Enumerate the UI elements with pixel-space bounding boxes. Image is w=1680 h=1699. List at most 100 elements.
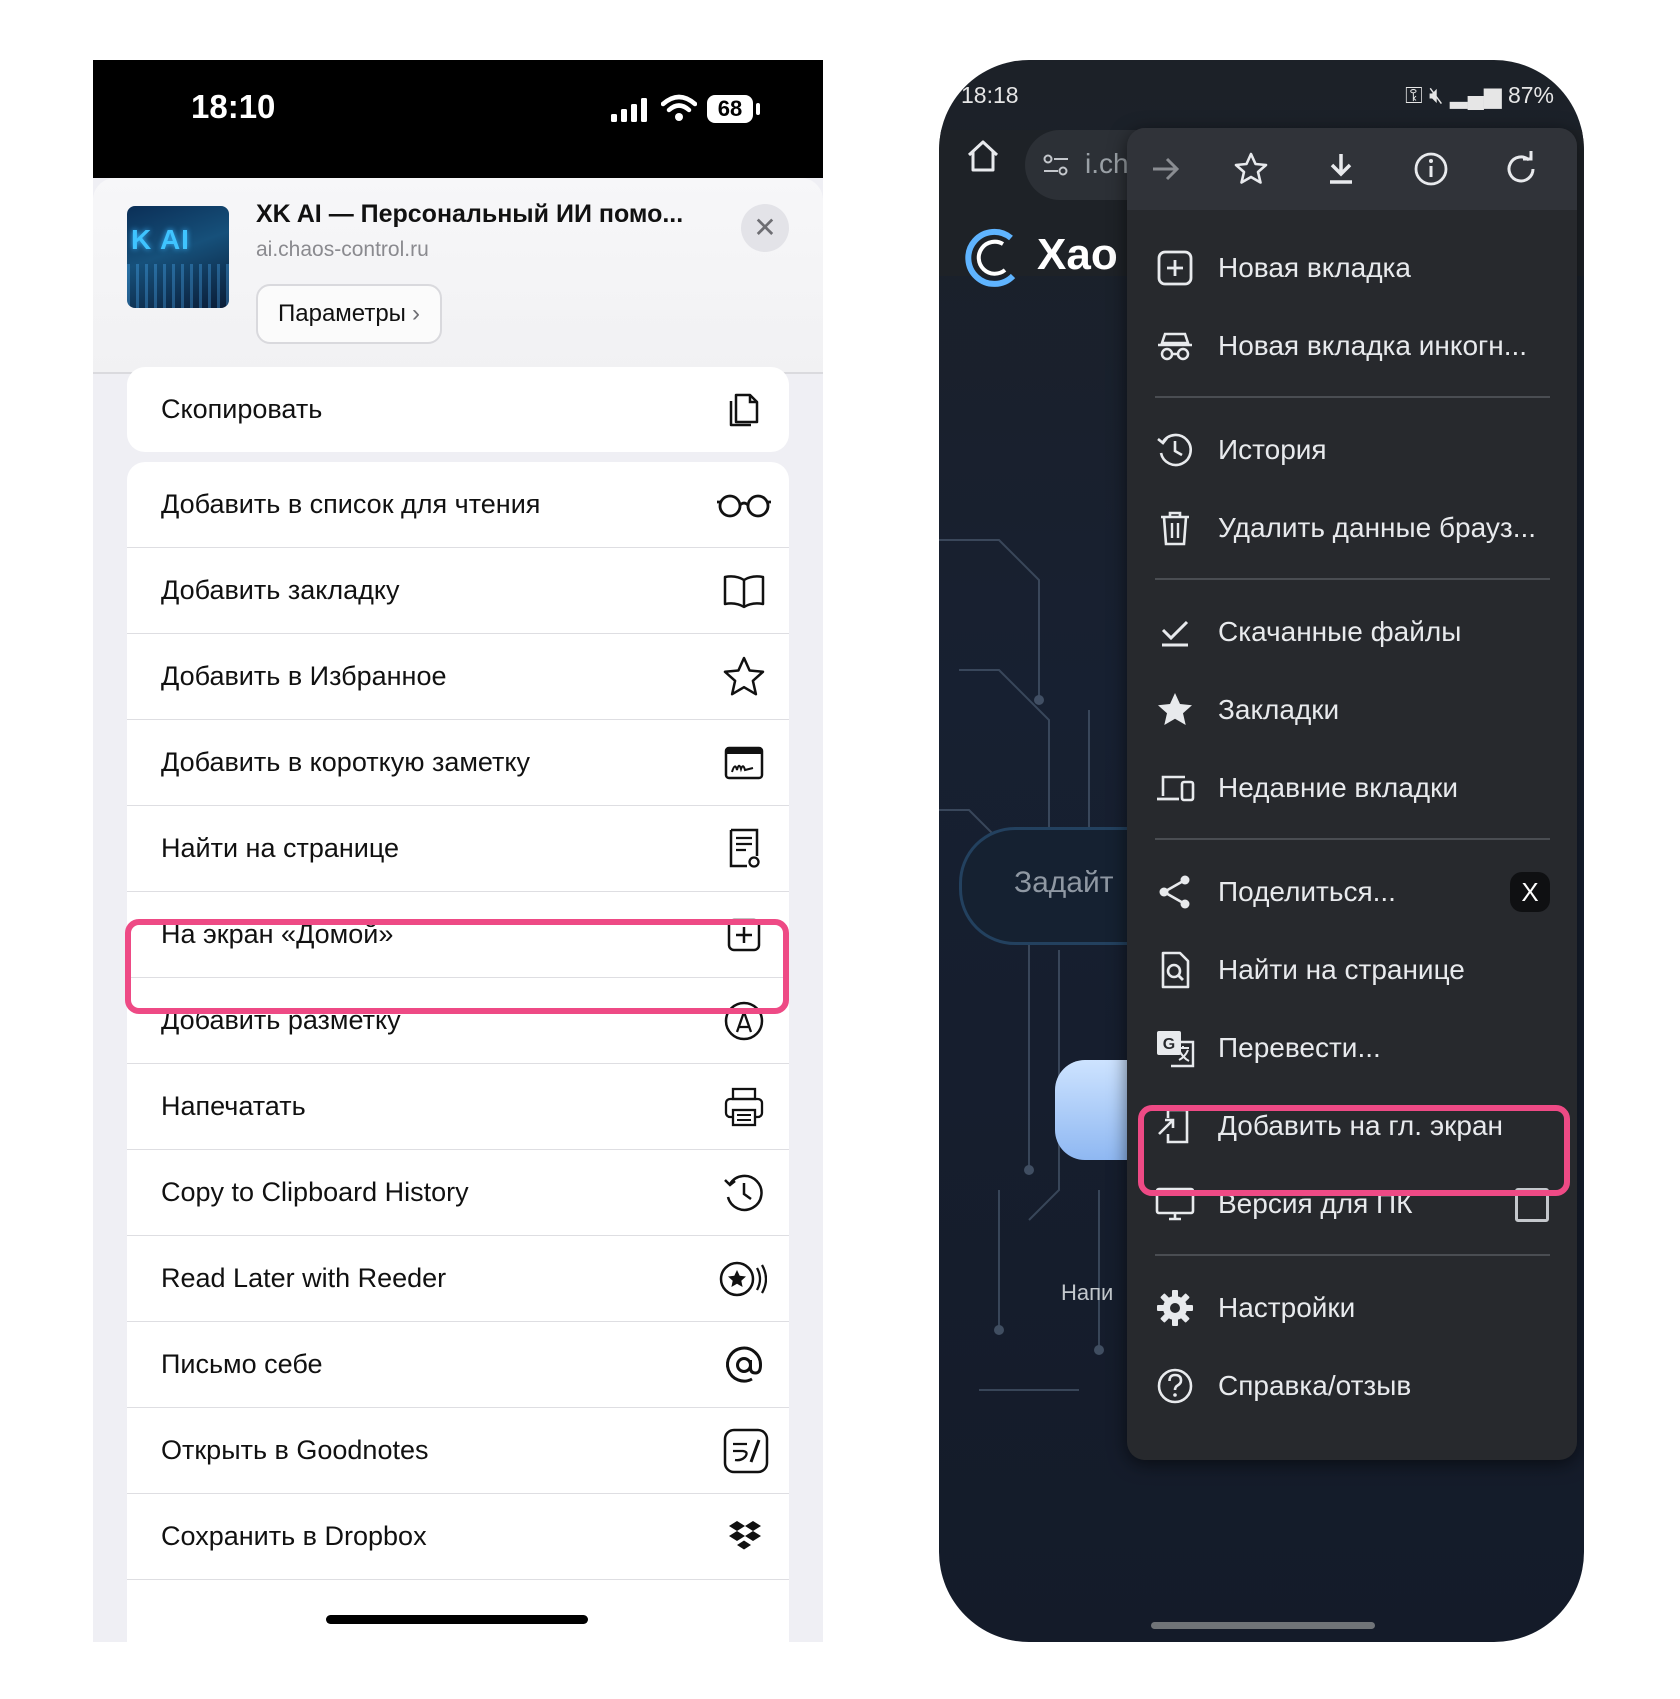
signal-icon: ▂▄▆ [1449, 82, 1508, 108]
history-icon [724, 1174, 763, 1212]
menu-item-bookmarks[interactable]: Закладки [1127, 668, 1577, 752]
menu-item-settings[interactable]: Настройки [1127, 1266, 1577, 1350]
options-button[interactable]: Параметры › [256, 284, 442, 344]
site-title: XK AI — Персональный ИИ помо... [256, 200, 684, 228]
chevron-right-icon: › [411, 300, 420, 327]
share-sheet-header: K AI XK AI — Персональный ИИ помо... ai.… [93, 178, 823, 374]
menu-item-share[interactable]: Поделиться... X [1127, 850, 1577, 934]
dropbox-icon [729, 1521, 761, 1550]
share-action-label: Добавить в Избранное [161, 661, 447, 691]
reload-icon[interactable] [1502, 150, 1540, 188]
menu-item-label: Справка/отзыв [1218, 1370, 1412, 1401]
share-action-bookmark[interactable]: Добавить закладку [127, 548, 789, 634]
goodnotes-icon [723, 1428, 769, 1474]
share-action-reeder[interactable]: Read Later with Reeder [127, 1236, 789, 1322]
markup-icon [724, 1001, 764, 1041]
hint-text: Напи [1061, 1280, 1114, 1305]
share-action-quick-note[interactable]: Добавить в короткую заметку [127, 720, 789, 806]
status-time: 18:18 [961, 82, 1019, 108]
share-action-markup[interactable]: Добавить разметку [127, 978, 789, 1064]
menu-icon-bar [1127, 128, 1577, 210]
gesture-bar [1151, 1622, 1375, 1629]
download-icon[interactable] [1322, 150, 1360, 188]
share-action-label: На экран «Домой» [161, 919, 394, 949]
wifi-icon [661, 94, 697, 121]
bookmark-star-icon[interactable] [1232, 150, 1270, 188]
history-icon [1157, 433, 1192, 467]
forward-icon[interactable] [1147, 150, 1185, 188]
menu-item-label: История [1218, 434, 1327, 465]
gear-icon [1157, 1290, 1193, 1326]
menu-item-recent-tabs[interactable]: Недавние вкладки [1127, 746, 1577, 830]
menu-item-label: Настройки [1218, 1292, 1356, 1323]
menu-divider [1155, 1254, 1550, 1256]
svg-text:G: G [1163, 1036, 1175, 1053]
share-action-label: Открыть в Goodnotes [161, 1435, 429, 1465]
downloads-icon [1161, 620, 1189, 647]
menu-item-label: Удалить данные брауз... [1218, 512, 1537, 543]
home-icon[interactable] [965, 138, 1001, 174]
star-icon [1158, 693, 1192, 725]
quick-note-icon [724, 746, 764, 780]
vpn-key-icon: ⚿ [1405, 82, 1429, 108]
site-logo-icon [965, 228, 1016, 287]
menu-item-incognito[interactable]: Новая вкладка инкогн... [1127, 304, 1577, 388]
share-action-print[interactable]: Напечатать [127, 1064, 789, 1150]
share-action-dropbox[interactable]: Сохранить в Dropbox [127, 1494, 789, 1580]
share-action-label: Сохранить в Dropbox [161, 1521, 427, 1551]
find-page-icon [1161, 951, 1190, 989]
menu-divider [1155, 578, 1550, 580]
thumbnail-decoration [127, 264, 229, 308]
star-icon [723, 656, 765, 696]
site-url: ai.chaos-control.ru [256, 238, 429, 261]
menu-item-label: Новая вкладка инкогн... [1218, 330, 1528, 361]
share-actions-list: Добавить в список для чтения Добавить за… [127, 462, 789, 1642]
menu-item-label: Поделиться... [1218, 876, 1396, 907]
translate-icon: G [1157, 1031, 1195, 1068]
highlight-add-to-home [1138, 1105, 1570, 1196]
menu-item-clear-data[interactable]: Удалить данные брауз... [1127, 486, 1577, 570]
menu-item-help[interactable]: Справка/отзыв [1127, 1344, 1577, 1428]
menu-item-label: Найти на странице [1218, 954, 1465, 985]
site-thumbnail: K AI [127, 206, 229, 308]
share-action-label: Письмо себе [161, 1349, 323, 1379]
share-action-add-to-home[interactable]: На экран «Домой» [127, 892, 789, 978]
menu-item-label: Недавние вкладки [1218, 772, 1458, 803]
share-action-reading-list[interactable]: Добавить в список для чтения [127, 462, 789, 548]
options-button-label: Параметры [278, 300, 406, 327]
glasses-icon [717, 494, 771, 518]
status-icons: ⚿ 🔇︎ ▂▄▆ 87% [1405, 82, 1554, 109]
share-action-label: Скопировать [161, 394, 323, 424]
close-button[interactable]: ✕ [741, 204, 789, 252]
menu-divider [1155, 838, 1550, 840]
share-action-copy[interactable]: Скопировать [127, 367, 789, 452]
info-icon[interactable] [1412, 150, 1450, 188]
share-action-clipboard-history[interactable]: Copy to Clipboard History [127, 1150, 789, 1236]
share-action-label: Добавить в короткую заметку [161, 747, 531, 777]
share-action-mail-self[interactable]: Письмо себе [127, 1322, 789, 1408]
menu-item-history[interactable]: История [1127, 408, 1577, 492]
share-action-label: Copy to Clipboard History [161, 1177, 469, 1207]
incognito-icon [1158, 332, 1192, 361]
share-action-label: Добавить закладку [161, 575, 400, 605]
share-action-label: Добавить разметку [161, 1005, 401, 1035]
share-action-favorites[interactable]: Добавить в Избранное [127, 634, 789, 720]
printer-icon [724, 1087, 764, 1127]
ask-input-placeholder: Задайт [1014, 866, 1114, 899]
share-action-find-on-page[interactable]: Найти на странице [127, 806, 789, 892]
x-app-icon[interactable]: X [1510, 872, 1550, 912]
home-indicator [326, 1615, 588, 1624]
menu-item-translate[interactable]: G Перевести... [1127, 1006, 1577, 1090]
menu-item-downloads[interactable]: Скачанные файлы [1127, 590, 1577, 674]
menu-divider [1155, 396, 1550, 398]
menu-item-new-tab[interactable]: Новая вкладка [1127, 226, 1577, 310]
at-icon [726, 1346, 763, 1383]
battery-tip [756, 103, 760, 115]
book-icon [723, 575, 765, 609]
devices-icon [1157, 775, 1195, 802]
ios-status-bar: 18:10 68 [93, 60, 823, 178]
menu-item-find-in-page[interactable]: Найти на странице [1127, 928, 1577, 1012]
share-action-goodnotes[interactable]: Открыть в Goodnotes [127, 1408, 789, 1494]
share-action-label: Read Later with Reeder [161, 1263, 447, 1293]
page-title: Хао [1037, 230, 1118, 279]
